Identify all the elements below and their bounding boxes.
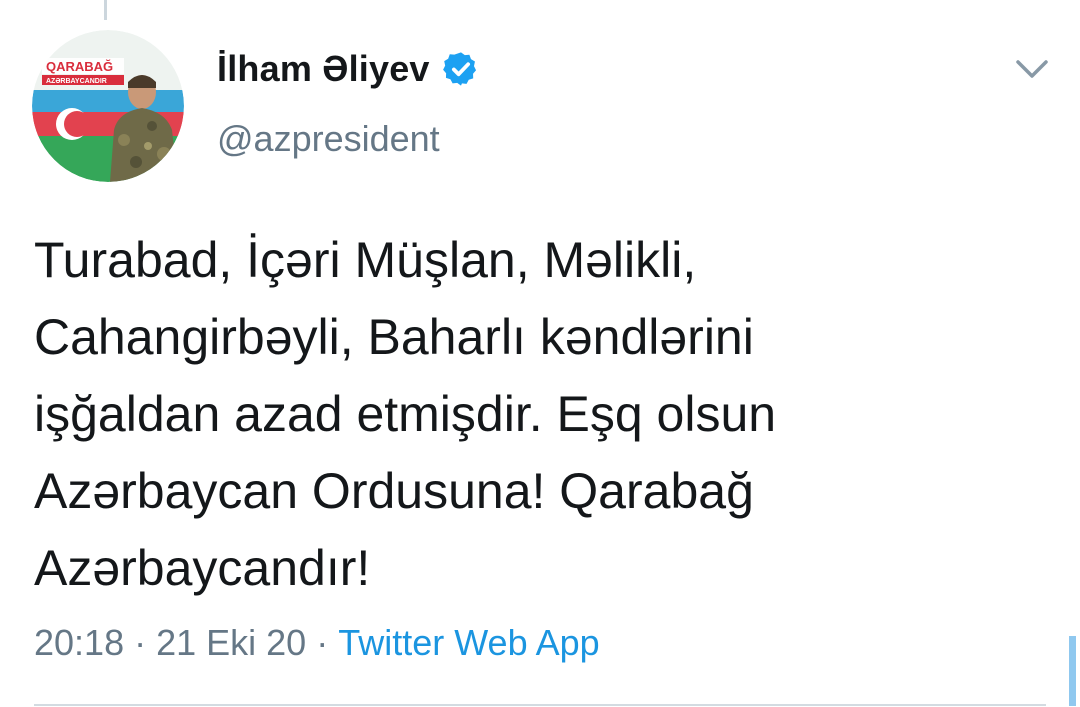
author-display-name[interactable]: İlham Əliyev xyxy=(217,48,430,90)
tweet-meta: 20:18 · 21 Eki 20 · Twitter Web App xyxy=(34,622,600,664)
author-handle[interactable]: @azpresident xyxy=(217,118,440,160)
tweet-card: QARABAĞ AZƏRBAYCANDIR İlham Əliyev @azpr… xyxy=(0,0,1080,707)
chevron-down-icon[interactable] xyxy=(1012,54,1052,84)
tweet-time[interactable]: 20:18 xyxy=(34,622,124,664)
verified-badge-icon xyxy=(442,52,476,86)
thread-connector-line xyxy=(104,0,107,20)
meta-separator: · xyxy=(134,622,147,663)
avatar-image: QARABAĞ AZƏRBAYCANDIR xyxy=(32,30,184,182)
scroll-indicator xyxy=(1069,636,1076,706)
tweet-date[interactable]: 21 Eki 20 xyxy=(156,622,306,664)
tweet-source-link[interactable]: Twitter Web App xyxy=(338,622,599,664)
avatar[interactable]: QARABAĞ AZƏRBAYCANDIR xyxy=(32,30,184,182)
divider xyxy=(34,704,1046,706)
meta-separator: · xyxy=(316,622,329,663)
avatar-banner-line1: QARABAĞ xyxy=(46,59,113,74)
author-name-row[interactable]: İlham Əliyev xyxy=(217,48,480,90)
avatar-banner-line2: AZƏRBAYCANDIR xyxy=(46,78,107,85)
tweet-text: Turabad, İçəri Müşlan, Məlikli, Cahangir… xyxy=(34,232,777,596)
